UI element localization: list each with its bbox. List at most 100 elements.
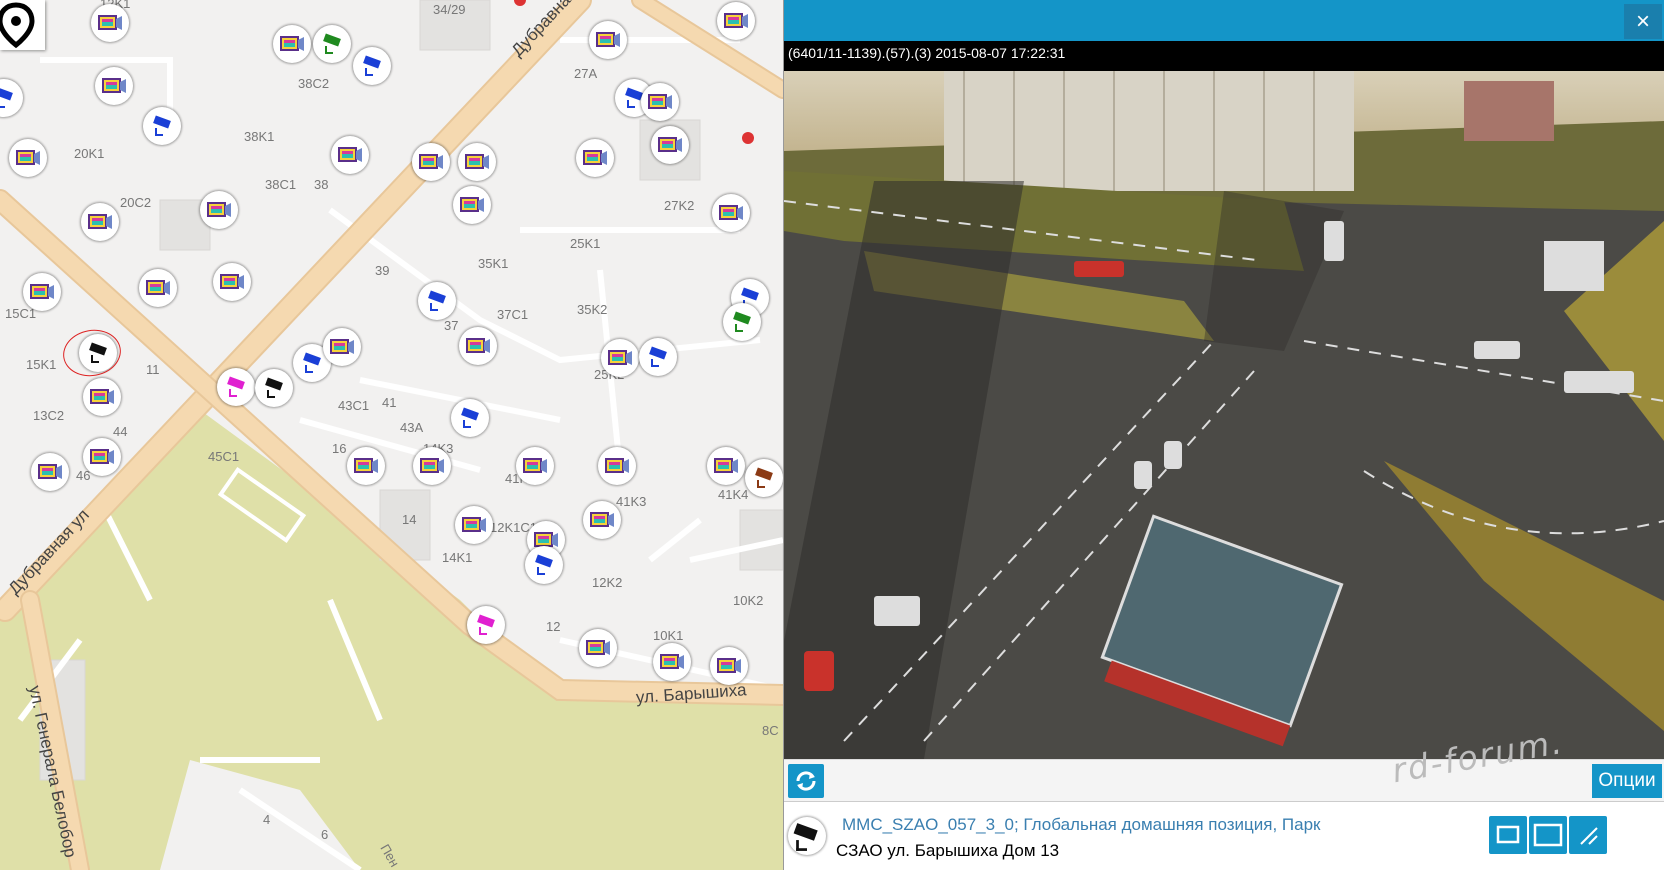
camera-marker[interactable]: [331, 136, 369, 174]
camera-marker[interactable]: [707, 447, 745, 485]
camera-marker[interactable]: [576, 139, 614, 177]
building-label: 15K1: [26, 357, 57, 372]
camera-marker[interactable]: [31, 453, 69, 491]
building-label: 41: [382, 395, 397, 410]
camera-icon: [477, 614, 495, 635]
building-label: 16: [332, 441, 347, 456]
camera-icon: [461, 407, 479, 428]
camera-marker[interactable]: [323, 328, 361, 366]
camera-marker[interactable]: [418, 282, 456, 320]
refresh-icon: [796, 771, 816, 791]
camera-marker[interactable]: [273, 25, 311, 63]
camera-marker[interactable]: [23, 273, 61, 311]
camera-icon: [733, 311, 751, 332]
camera-marker[interactable]: [453, 186, 491, 224]
building-label: 20K1: [74, 146, 105, 161]
building-label: 14: [402, 512, 417, 527]
camera-marker[interactable]: [139, 269, 177, 307]
camera-marker[interactable]: [710, 647, 748, 685]
close-button[interactable]: ×: [1624, 4, 1662, 39]
camera-marker[interactable]: [598, 447, 636, 485]
video-monitor-icon: [30, 284, 54, 299]
camera-marker[interactable]: [639, 338, 677, 376]
building-label: 27K2: [664, 198, 695, 213]
camera-marker[interactable]: [347, 447, 385, 485]
camera-marker[interactable]: [83, 378, 121, 416]
video-monitor-icon: [523, 458, 547, 473]
video-monitor-icon: [207, 202, 231, 217]
map-view[interactable]: 12K1 34/29 38C2 27A 38K1 20K1 38C1 38 27…: [0, 0, 783, 870]
camera-marker[interactable]: [255, 369, 293, 407]
camera-marker[interactable]: [459, 327, 497, 365]
camera-icon: [363, 55, 381, 76]
normal-view-button[interactable]: [1489, 816, 1527, 854]
camera-marker[interactable]: [458, 143, 496, 181]
camera-marker[interactable]: [455, 506, 493, 544]
camera-marker[interactable]: [583, 501, 621, 539]
video-monitor-icon: [16, 150, 40, 165]
camera-marker[interactable]: [653, 643, 691, 681]
building-label: 45C1: [208, 449, 240, 464]
fullscreen-button[interactable]: [1529, 816, 1567, 854]
video-monitor-icon: [88, 214, 112, 229]
camera-marker[interactable]: [589, 21, 627, 59]
video-monitor-icon: [717, 658, 741, 673]
camera-osd-text: (6401/11-1139).(57).(3) 2015-08-07 17:22…: [788, 45, 1066, 61]
camera-marker[interactable]: [745, 459, 783, 497]
camera-marker[interactable]: [313, 25, 351, 63]
video-monitor-icon: [466, 338, 490, 353]
camera-address-text: СЗАО ул. Барышиха Дом 13: [836, 841, 1060, 860]
video-monitor-icon: [590, 512, 614, 527]
camera-icon: [153, 115, 171, 136]
video-monitor-icon: [465, 154, 489, 169]
close-icon: ×: [1635, 8, 1650, 35]
camera-icon: [0, 87, 13, 108]
video-monitor-icon: [719, 205, 743, 220]
video-monitor-icon: [146, 280, 170, 295]
camera-marker[interactable]: [91, 4, 129, 42]
camera-marker[interactable]: [95, 67, 133, 105]
resize-button[interactable]: [1569, 816, 1607, 854]
camera-marker[interactable]: [579, 629, 617, 667]
camera-marker[interactable]: [525, 546, 563, 584]
video-monitor-icon: [460, 197, 484, 212]
video-monitor-icon: [714, 458, 738, 473]
video-monitor-icon: [90, 389, 114, 404]
camera-video[interactable]: (6401/11-1139).(57).(3) 2015-08-07 17:22…: [784, 41, 1664, 759]
camera-marker[interactable]: [143, 107, 181, 145]
camera-marker[interactable]: [9, 139, 47, 177]
locate-button[interactable]: [0, 0, 45, 50]
camera-marker[interactable]: [353, 47, 391, 85]
camera-marker[interactable]: [412, 143, 450, 181]
camera-panel: × (6401/11-1139).(57).(3) 2015-08-07 17:…: [783, 0, 1664, 871]
camera-icon: [428, 290, 446, 311]
building-label: 43C1: [338, 398, 370, 413]
camera-marker[interactable]: [723, 303, 761, 341]
camera-marker[interactable]: [213, 263, 251, 301]
camera-id-text[interactable]: MMC_SZAO_057_3_0; Глобальная домашняя по…: [842, 815, 1320, 835]
camera-marker[interactable]: [200, 191, 238, 229]
refresh-button[interactable]: [788, 764, 824, 798]
video-monitor-icon: [596, 32, 620, 47]
camera-marker[interactable]: [651, 126, 689, 164]
camera-marker[interactable]: [641, 83, 679, 121]
camera-marker[interactable]: [712, 194, 750, 232]
video-monitor-icon: [724, 13, 748, 28]
building-label: 38C2: [298, 76, 330, 91]
camera-marker[interactable]: [81, 203, 119, 241]
camera-marker[interactable]: [516, 447, 554, 485]
building-label: 13C2: [33, 408, 65, 423]
video-monitor-icon: [583, 150, 607, 165]
building-label: 4: [263, 812, 271, 827]
video-monitor-icon: [586, 640, 610, 655]
camera-marker[interactable]: [717, 2, 755, 40]
camera-marker[interactable]: [451, 399, 489, 437]
camera-marker[interactable]: [601, 339, 639, 377]
video-monitor-icon: [462, 517, 486, 532]
camera-marker[interactable]: [83, 438, 121, 476]
video-monitor-icon: [98, 15, 122, 30]
options-button[interactable]: Опции: [1592, 764, 1662, 798]
camera-marker[interactable]: [467, 606, 505, 644]
camera-marker[interactable]: [413, 447, 451, 485]
camera-marker[interactable]: [217, 368, 255, 406]
